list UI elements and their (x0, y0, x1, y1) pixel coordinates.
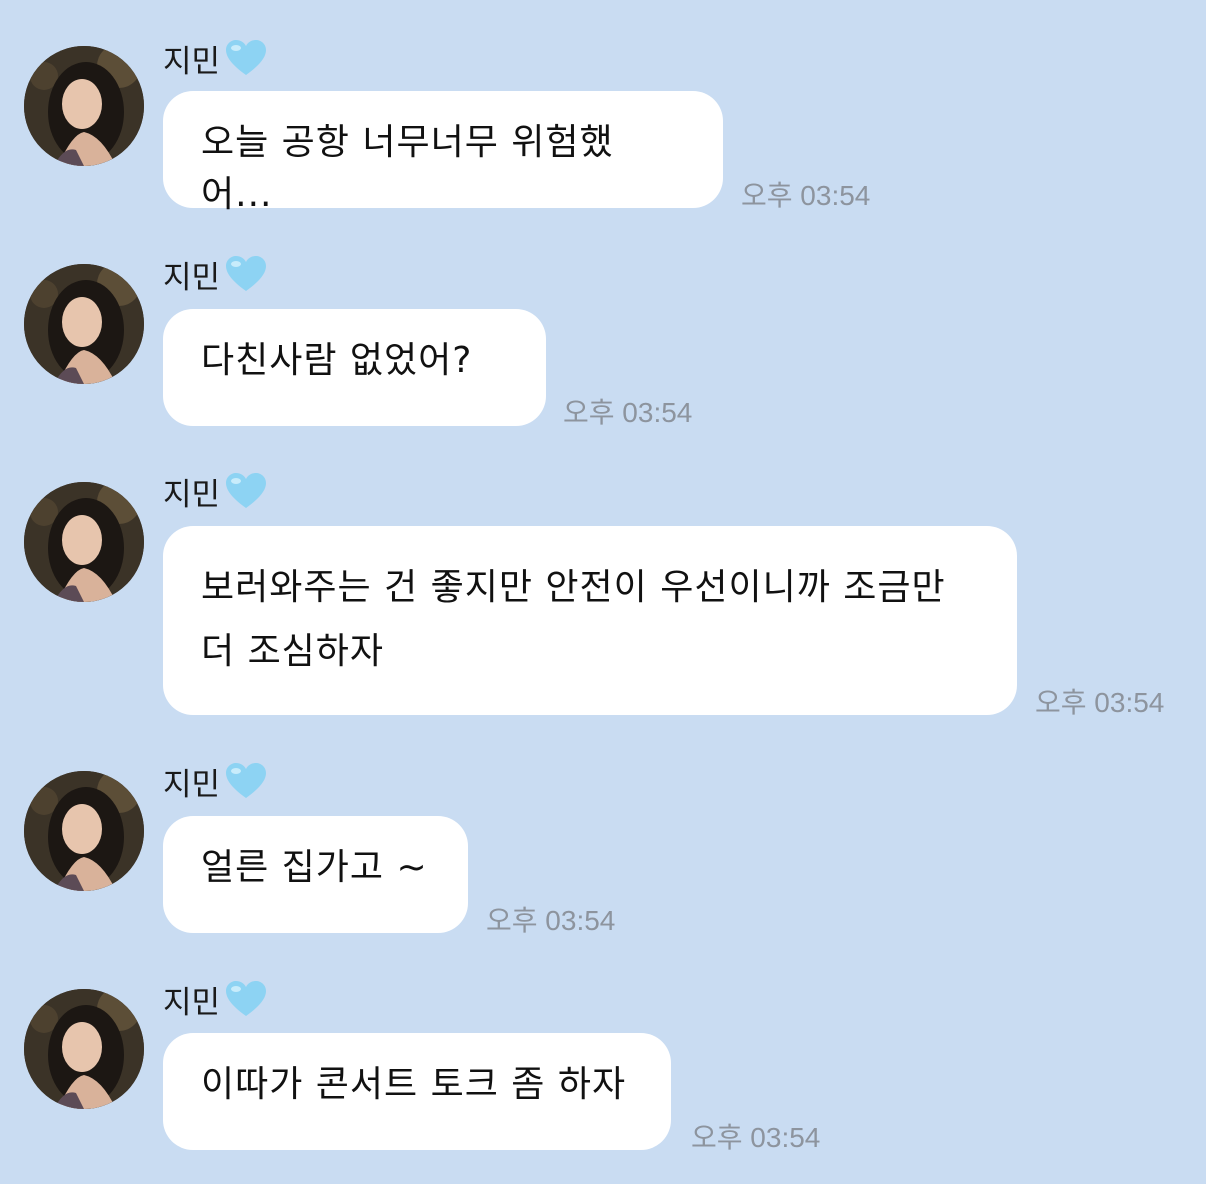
message-bubble[interactable]: 이따가 콘서트 토크 좀 하자 (163, 1033, 671, 1150)
message-time: 오후 03:54 (691, 1122, 821, 1153)
avatar[interactable] (24, 264, 144, 384)
message-bubble[interactable]: 오늘 공항 너무너무 위험했어... (163, 91, 723, 215)
profile-photo (24, 264, 144, 384)
message-time: 오후 03:54 (741, 180, 871, 211)
sender-name: 지민 (163, 259, 221, 296)
profile-photo (24, 482, 144, 602)
avatar[interactable] (24, 989, 144, 1109)
sender-row: 지민 (163, 36, 268, 80)
light-blue-heart-icon (226, 473, 267, 508)
message-bubble[interactable]: 얼른 집가고 ~ (163, 816, 468, 933)
message-time: 오후 03:54 (486, 905, 616, 936)
sender-row: 지민 (163, 977, 268, 1021)
light-blue-heart-icon (226, 40, 267, 75)
sender-name: 지민 (163, 43, 221, 80)
sender-name: 지민 (163, 476, 221, 513)
message-bubble[interactable]: 보러와주는 건 좋지만 안전이 우선이니까 조금만 더 조심하자 (163, 526, 1017, 715)
profile-photo (24, 989, 144, 1109)
avatar[interactable] (24, 771, 144, 891)
message-text: 이따가 콘서트 토크 좀 하자 (201, 1064, 627, 1105)
light-blue-heart-icon (226, 981, 267, 1016)
message-time: 오후 03:54 (1035, 687, 1165, 718)
sender-name: 지민 (163, 766, 221, 803)
avatar[interactable] (24, 46, 144, 166)
message-bubble[interactable]: 다친사람 없었어? (163, 309, 546, 426)
message-text: 얼른 집가고 ~ (201, 847, 428, 888)
profile-photo (24, 771, 144, 891)
sender-row: 지민 (163, 469, 268, 513)
sender-row: 지민 (163, 252, 268, 296)
message-text: 오늘 공항 너무너무 위험했어... (201, 122, 614, 215)
light-blue-heart-icon (226, 763, 267, 798)
sender-name: 지민 (163, 984, 221, 1021)
message-text: 다친사람 없었어? (201, 340, 473, 381)
profile-photo (24, 46, 144, 166)
avatar[interactable] (24, 482, 144, 602)
light-blue-heart-icon (226, 256, 267, 291)
sender-row: 지민 (163, 759, 268, 803)
message-time: 오후 03:54 (563, 397, 693, 428)
message-text: 보러와주는 건 좋지만 안전이 우선이니까 조금만 더 조심하자 (201, 567, 946, 672)
